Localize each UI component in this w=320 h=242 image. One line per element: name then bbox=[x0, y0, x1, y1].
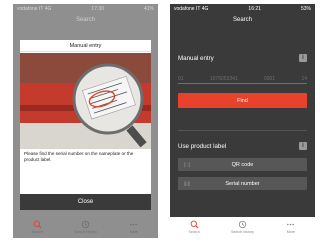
right-phone-screen: vodafone IT 4G 16:21 53% Search Manual e… bbox=[170, 4, 315, 238]
more-icon bbox=[130, 223, 138, 226]
serial-part-4: 14 bbox=[301, 75, 307, 82]
history-icon bbox=[81, 220, 90, 229]
serial-number-button[interactable]: [|||] Serial number bbox=[178, 177, 307, 190]
info-icon[interactable]: i bbox=[299, 142, 307, 150]
qr-icon: [:::] bbox=[184, 162, 191, 167]
tab-more[interactable]: More bbox=[110, 220, 158, 234]
history-icon bbox=[238, 220, 247, 229]
nav-bar: Search bbox=[170, 13, 315, 26]
qr-code-button[interactable]: [:::] QR code bbox=[178, 158, 307, 171]
search-icon bbox=[33, 220, 42, 229]
tab-search-history[interactable]: Search history bbox=[62, 220, 110, 234]
tab-search-history[interactable]: Search history bbox=[219, 220, 267, 234]
more-icon bbox=[287, 223, 295, 226]
status-bar: vodafone IT 4G 16:21 53% bbox=[170, 4, 315, 13]
serial-part-2: 1076053341 bbox=[209, 75, 238, 82]
tab-label: Search history bbox=[73, 230, 97, 234]
section-title: Manual entry bbox=[178, 54, 214, 62]
serial-part-1: 01 bbox=[178, 75, 184, 82]
info-icon[interactable]: i bbox=[299, 54, 307, 62]
left-phone-screen: vodafone IT 4G 17:30 41% Search Manual e… bbox=[13, 4, 158, 238]
search-icon bbox=[190, 220, 199, 229]
nav-title: Search bbox=[75, 16, 95, 23]
close-button[interactable]: Close bbox=[20, 194, 151, 210]
manual-entry-dialog: Manual entry Please find the serial numb… bbox=[20, 40, 151, 210]
tab-label: Search bbox=[188, 230, 200, 234]
tab-search[interactable]: Search bbox=[13, 220, 61, 234]
tab-label: More bbox=[129, 230, 138, 234]
tab-search[interactable]: Search bbox=[170, 220, 218, 234]
tab-bar: Search Search history More bbox=[13, 217, 158, 238]
instruction-text: Please find the serial number on the nam… bbox=[24, 151, 134, 162]
status-bar: vodafone IT 4G 17:30 41% bbox=[13, 4, 158, 13]
manual-entry-header: Manual entry i bbox=[178, 53, 307, 63]
nav-title: Search bbox=[232, 16, 252, 23]
time-label: 16:21 bbox=[248, 5, 261, 12]
nameplate-magnifier-image bbox=[20, 53, 151, 149]
dialog-title: Manual entry bbox=[20, 40, 151, 52]
carrier-label: vodafone IT 4G bbox=[174, 5, 209, 12]
tab-label: Search history bbox=[230, 230, 254, 234]
battery-label: 53% bbox=[300, 5, 311, 12]
serial-part-3: 0001 bbox=[264, 75, 276, 82]
section-divider bbox=[178, 130, 307, 131]
find-button[interactable]: Find bbox=[178, 93, 307, 108]
tab-label: Search bbox=[31, 230, 43, 234]
serial-number-input[interactable]: 01 1076053341 0001 14 bbox=[178, 74, 307, 84]
serial-number-label: Serial number bbox=[225, 180, 260, 187]
product-label-header: Use product label i bbox=[178, 141, 307, 151]
carrier-label: vodafone IT 4G bbox=[17, 5, 52, 12]
tab-more[interactable]: More bbox=[267, 220, 315, 234]
battery-label: 41% bbox=[143, 5, 154, 12]
qr-code-label: QR code bbox=[231, 161, 254, 168]
tab-label: More bbox=[286, 230, 295, 234]
section-title: Use product label bbox=[178, 142, 227, 150]
time-label: 17:30 bbox=[91, 5, 104, 12]
tab-bar: Search Search history More bbox=[170, 217, 315, 238]
barcode-icon: [|||] bbox=[184, 181, 191, 186]
nav-bar: Search bbox=[13, 13, 158, 26]
